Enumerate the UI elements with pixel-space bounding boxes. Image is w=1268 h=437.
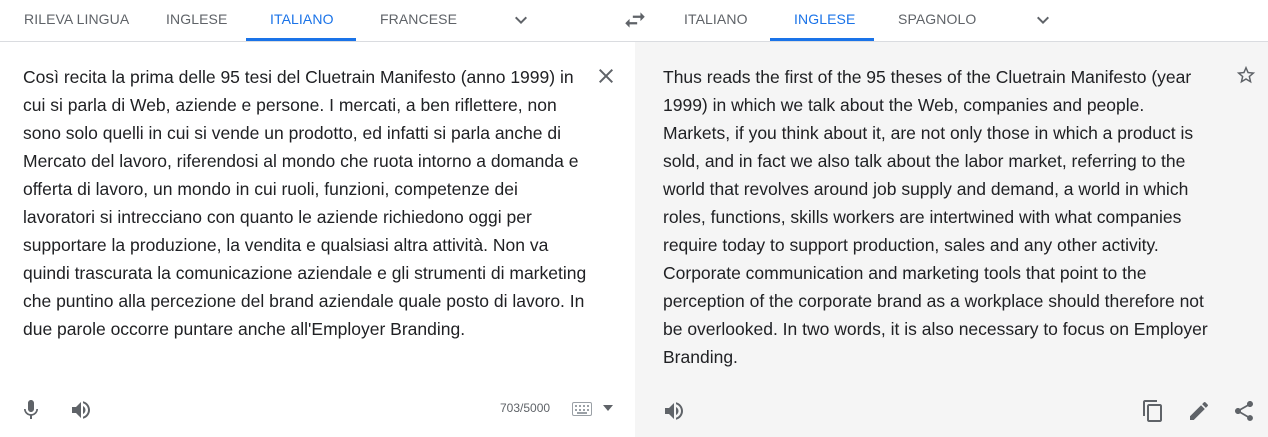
share-translation-icon[interactable] <box>1232 399 1256 423</box>
listen-translation-speaker-icon[interactable] <box>662 399 686 423</box>
swap-languages-icon[interactable] <box>622 7 648 33</box>
listen-source-speaker-icon[interactable] <box>69 398 93 422</box>
tab-source-french[interactable]: FRANCESE <box>356 0 481 41</box>
language-bar: RILEVA LINGUA INGLESE ITALIANO FRANCESE … <box>0 0 1268 42</box>
tab-source-italian[interactable]: ITALIANO <box>246 0 356 41</box>
copy-translation-icon[interactable] <box>1141 399 1165 423</box>
input-tools-chevron-down-icon[interactable] <box>603 405 613 411</box>
microphone-icon[interactable] <box>19 398 43 422</box>
keyboard-icon[interactable] <box>572 402 592 416</box>
source-text-panel: Così recita la prima delle 95 tesi del C… <box>0 42 635 437</box>
target-more-languages-chevron-down-icon[interactable] <box>1031 8 1055 32</box>
tab-target-spanish[interactable]: SPAGNOLO <box>874 0 1000 41</box>
character-counter: 703/5000 <box>500 401 551 415</box>
translated-text: Thus reads the first of the 95 theses of… <box>663 67 1208 367</box>
edit-translation-pencil-icon[interactable] <box>1187 399 1211 423</box>
save-translation-star-icon[interactable] <box>1235 64 1257 86</box>
tab-target-english[interactable]: INGLESE <box>770 0 874 41</box>
source-more-languages-chevron-down-icon[interactable] <box>509 8 533 32</box>
tab-source-english[interactable]: INGLESE <box>142 0 251 41</box>
clear-text-close-icon[interactable] <box>594 64 618 88</box>
translation-panel: Thus reads the first of the 95 theses of… <box>635 42 1268 437</box>
tab-detect-language[interactable]: RILEVA LINGUA <box>0 0 153 41</box>
source-text-input[interactable]: Così recita la prima delle 95 tesi del C… <box>23 63 593 343</box>
tab-target-italian[interactable]: ITALIANO <box>660 0 772 41</box>
